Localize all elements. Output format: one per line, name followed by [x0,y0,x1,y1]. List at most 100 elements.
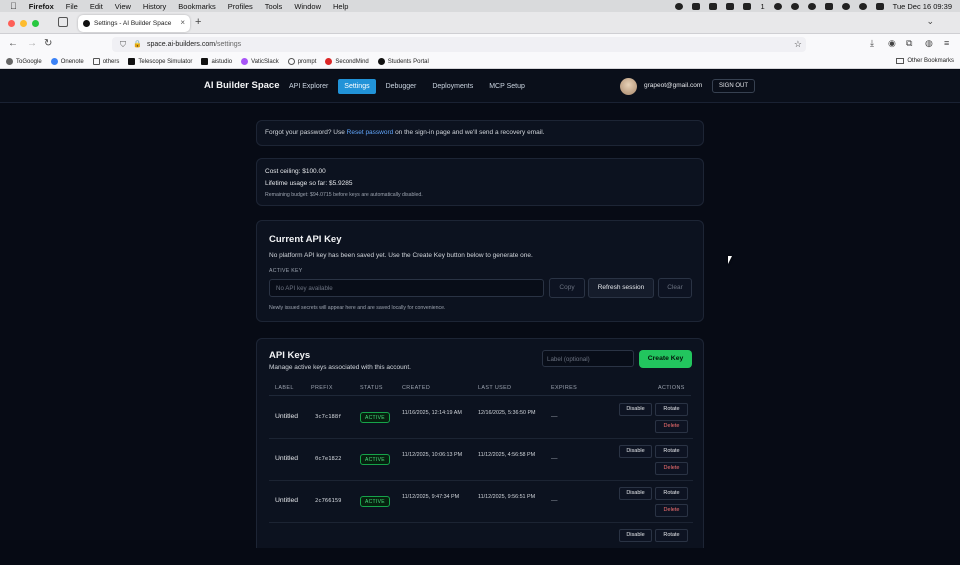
bookmark-item[interactable]: Onenote [50,58,84,65]
spotlight-icon[interactable] [858,2,867,10]
address-bar[interactable]: ⛉ 🔒 space.ai-builders.com/settings ☆ [112,37,806,52]
hamburger-menu-icon[interactable]: ≡ [944,38,949,48]
delete-button[interactable]: Delete [655,504,688,517]
row-expires: — [551,497,558,504]
wifi-icon[interactable] [841,2,850,10]
avatar[interactable] [620,78,637,95]
bookmark-item[interactable]: prompt [287,58,316,65]
status-badge: ACTIVE [360,454,390,465]
password-notice-text: Forgot your password? Use Reset password… [265,129,544,136]
folder-icon [92,58,100,65]
active-key-label: ACTIVE KEY [269,268,303,274]
record-icon[interactable] [675,2,684,10]
extension-icon[interactable]: ◉ [888,38,896,49]
menubar-clock[interactable]: Tue Dec 16 09:39 [893,2,952,11]
app-icon[interactable] [692,2,701,10]
bookmark-item[interactable]: aistudio [201,58,232,65]
nav-debugger[interactable]: Debugger [380,79,423,94]
aistudio-icon [201,58,209,65]
col-expires: EXPIRES [551,385,578,391]
row-created: 11/12/2025, 9:47:34 PM [402,494,460,500]
menu-tools[interactable]: Tools [265,2,283,11]
bookmark-label: ToGoogle [16,58,42,65]
browser-navbar: ← → ↻ ⛉ 🔒 space.ai-builders.com/settings… [0,34,960,55]
sync-icon[interactable] [773,2,782,10]
row-last-used: 12/16/2025, 5:36:50 PM [478,410,536,416]
row-label: Untitled [275,413,299,420]
row-created: 11/12/2025, 10:06:13 PM [402,452,463,458]
control-center-icon[interactable] [875,2,884,10]
battery-count: 1 [760,1,765,11]
disable-button[interactable]: Disable [619,487,652,500]
menu-firefox[interactable]: Firefox [29,2,54,11]
disable-button[interactable]: Disable [619,529,652,542]
copy-button[interactable]: Copy [549,278,585,298]
bookmark-star-icon[interactable]: ☆ [794,39,802,50]
input-source-icon[interactable] [824,2,833,10]
rotate-button[interactable]: Rotate [655,529,688,542]
disable-button[interactable]: Disable [619,403,652,416]
bookmark-folder[interactable]: others [92,58,119,65]
extensions-puzzle-icon[interactable]: ⧉ [906,38,912,49]
clear-button[interactable]: Clear [658,278,692,298]
other-bookmarks-folder[interactable]: Other Bookmarks [896,58,954,64]
rotate-button[interactable]: Rotate [655,403,688,416]
onenote-icon [50,58,58,65]
battery-icon[interactable] [743,2,752,10]
display-icon[interactable] [726,2,735,10]
nav-deployments[interactable]: Deployments [426,79,479,94]
menu-profiles[interactable]: Profiles [228,2,253,11]
bookmark-item[interactable]: VaticSlack [241,58,279,65]
close-window-icon[interactable] [8,20,15,27]
nav-mcp-setup[interactable]: MCP Setup [483,79,531,94]
new-tab-icon[interactable]: + [195,16,201,28]
rotate-button[interactable]: Rotate [655,445,688,458]
lock-icon[interactable]: 🔒 [133,40,142,48]
refresh-session-button[interactable]: Refresh session [588,278,654,298]
apple-icon[interactable]:  [10,1,17,11]
bookmark-item[interactable]: Students Portal [377,58,429,65]
nav-api-explorer[interactable]: API Explorer [283,79,334,94]
minimize-window-icon[interactable] [20,20,27,27]
reset-password-link[interactable]: Reset password [347,129,394,136]
bookmark-item[interactable]: ToGoogle [6,58,42,65]
menu-history[interactable]: History [143,2,166,11]
menu-view[interactable]: View [115,2,131,11]
api-keys-title: API Keys [269,350,311,361]
delete-button[interactable]: Delete [655,420,688,433]
notes-icon[interactable] [709,2,718,10]
menu-edit[interactable]: Edit [90,2,103,11]
sign-out-button[interactable]: SIGN OUT [712,79,756,93]
menu-window[interactable]: Window [294,2,321,11]
active-key-field[interactable]: No API key available [269,279,544,297]
bookmark-label: Other Bookmarks [907,58,954,64]
back-icon[interactable]: ← [8,38,18,49]
table-row: Disable Rotate [269,523,693,565]
play-icon[interactable] [790,2,799,10]
close-tab-icon[interactable]: × [180,18,185,27]
key-label-input[interactable]: Label (optional) [542,350,634,367]
zoom-window-icon[interactable] [32,20,39,27]
table-row: Untitled 3c7c188f ACTIVE 11/16/2025, 12:… [269,397,693,439]
brand-title[interactable]: AI Builder Space [204,80,280,91]
tab-list-chevron-icon[interactable]: ⌄ [926,16,934,27]
disable-button[interactable]: Disable [619,445,652,458]
reload-icon[interactable]: ↻ [44,38,52,49]
profile-icon[interactable]: ◍ [925,38,933,49]
create-key-button[interactable]: Create Key [639,350,692,368]
bookmark-item[interactable]: Telescope Simulator [128,58,192,65]
downloads-icon[interactable]: ⤓ [870,38,874,49]
menu-file[interactable]: File [66,2,78,11]
forward-icon[interactable]: → [27,38,37,49]
menu-bookmarks[interactable]: Bookmarks [178,2,216,11]
vpn-icon[interactable] [807,2,816,10]
delete-button[interactable]: Delete [655,462,688,475]
menu-help[interactable]: Help [333,2,348,11]
tracking-shield-icon[interactable]: ⛉ [120,40,126,50]
bookmark-item[interactable]: SecondMind [325,58,369,65]
nav-settings[interactable]: Settings [338,79,376,94]
tab-overview-icon[interactable] [58,17,68,27]
browser-tab-settings[interactable]: Settings - AI Builder Space × [78,15,190,32]
folder-icon [896,58,905,64]
rotate-button[interactable]: Rotate [655,487,688,500]
